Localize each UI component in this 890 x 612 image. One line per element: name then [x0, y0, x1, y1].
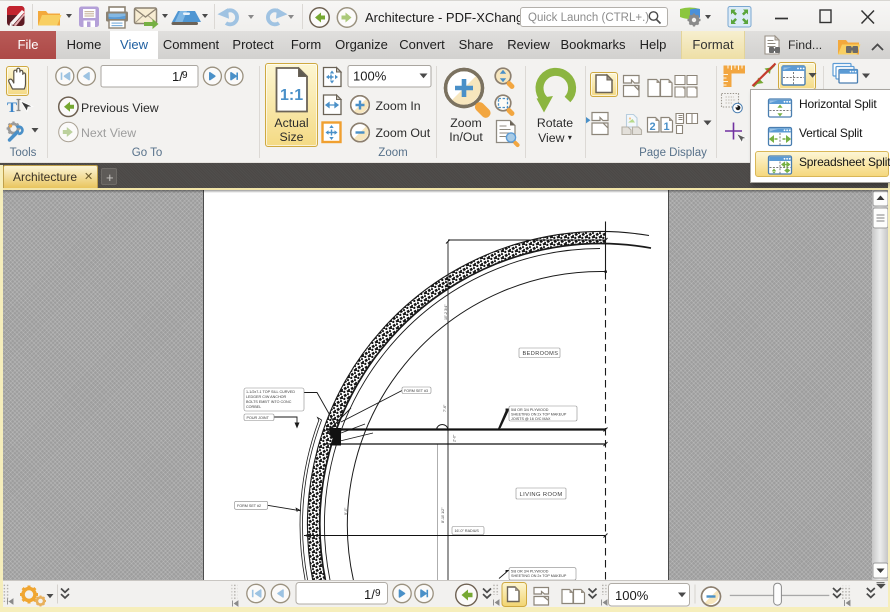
svg-text:16'-0" RADIUS: 16'-0" RADIUS — [455, 529, 480, 533]
svg-text:CORBEL: CORBEL — [246, 405, 261, 409]
svg-text:JOISTS @ 16 O/C MAX: JOISTS @ 16 O/C MAX — [511, 417, 551, 421]
svg-text:7'-6": 7'-6" — [443, 404, 447, 412]
svg-text:1:1: 1:1 — [280, 87, 303, 104]
svg-text:5/8 OR 3/4 PLYWOOD: 5/8 OR 3/4 PLYWOOD — [511, 570, 549, 574]
svg-text:9'-0": 9'-0" — [344, 507, 348, 515]
svg-text:2: 2 — [650, 121, 656, 133]
svg-text:10'-2 3/4": 10'-2 3/4" — [444, 304, 448, 320]
svg-text:1: 1 — [664, 121, 670, 133]
svg-text:BEDROOMS: BEDROOMS — [523, 351, 559, 357]
svg-text:LIVING ROOM: LIVING ROOM — [520, 492, 563, 498]
svg-text:2'-0": 2'-0" — [453, 434, 457, 442]
svg-text:100%: 100% — [353, 69, 387, 84]
svg-text:9: 9 — [375, 588, 381, 599]
svg-text:T: T — [7, 100, 17, 116]
svg-text:8'-10 1/2": 8'-10 1/2" — [441, 507, 445, 523]
svg-text:SHEETING ON 2x TOP MAKEUP: SHEETING ON 2x TOP MAKEUP — [511, 574, 567, 578]
svg-text:9: 9 — [182, 70, 188, 81]
svg-text:1-1/2x7-1 TOP SILL CURVED: 1-1/2x7-1 TOP SILL CURVED — [246, 390, 295, 394]
svg-text:100%: 100% — [615, 588, 649, 603]
svg-text:POUR JOINT: POUR JOINT — [247, 416, 270, 420]
svg-text:FORM SET #3: FORM SET #3 — [404, 389, 428, 393]
svg-text:1/: 1/ — [364, 587, 375, 602]
svg-text:SHEETING ON 2x TOP MAKEUP: SHEETING ON 2x TOP MAKEUP — [511, 413, 567, 417]
svg-text:FORM SET #2: FORM SET #2 — [237, 504, 261, 508]
svg-text:5/8 OR 3/4 PLYWOOD: 5/8 OR 3/4 PLYWOOD — [511, 408, 549, 412]
svg-text:LEDGER C/W ANCHOR: LEDGER C/W ANCHOR — [246, 395, 286, 399]
svg-text:BOLTS EMB'T INTO CONC: BOLTS EMB'T INTO CONC — [246, 400, 292, 404]
